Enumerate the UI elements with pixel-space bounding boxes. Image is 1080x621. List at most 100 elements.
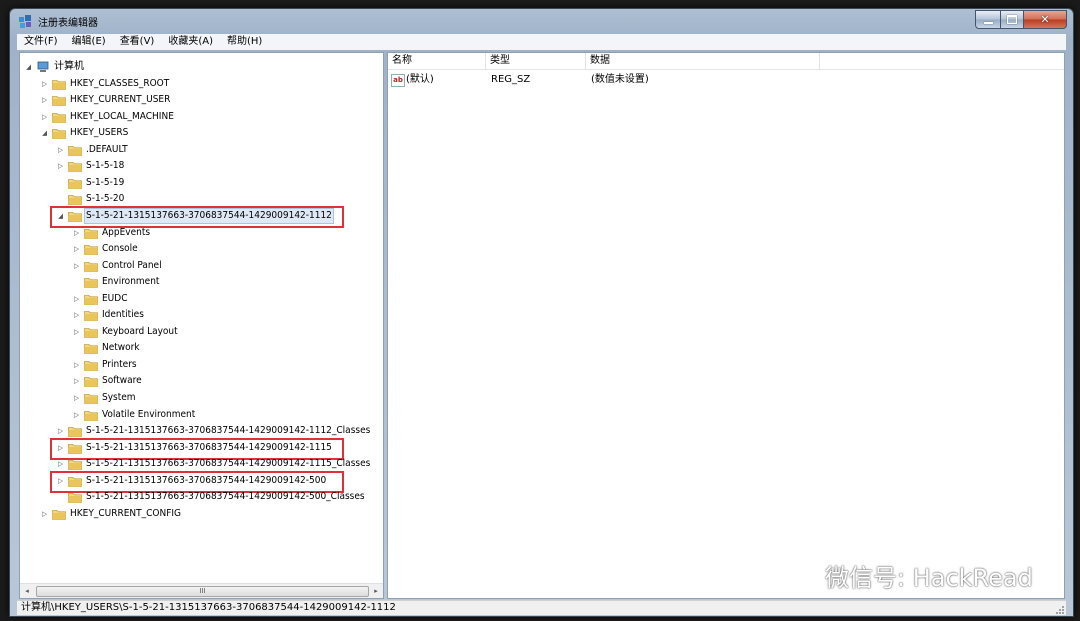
tree-node[interactable]: ▷ Identities <box>72 307 145 323</box>
menu-favorites[interactable]: 收藏夹(A) <box>161 34 220 50</box>
tree-node[interactable]: ▷ S-1-5-21-1315137663-3706837544-14290091… <box>56 473 327 489</box>
collapsed-arrow-icon[interactable]: ▷ <box>72 377 81 386</box>
collapsed-arrow-icon[interactable]: ▷ <box>72 294 81 303</box>
resize-grip-icon[interactable] <box>1054 604 1064 614</box>
folder-icon <box>84 359 98 371</box>
tree-node[interactable]: ▷ HKEY_CURRENT_USER <box>40 92 171 108</box>
folder-icon <box>84 227 98 239</box>
tree-node-label: 计算机 <box>54 61 84 72</box>
title-bar[interactable]: 注册表编辑器 ✕ <box>10 9 1073 33</box>
tree-node[interactable]: ▷ AppEvents <box>72 225 151 241</box>
expanded-arrow-icon[interactable]: ◢ <box>56 211 65 220</box>
maximize-button[interactable] <box>1001 10 1024 29</box>
tree-node[interactable]: ▷ HKEY_CURRENT_CONFIG <box>40 506 182 522</box>
minimize-icon <box>983 21 993 24</box>
string-value-icon: ab <box>391 74 405 87</box>
tree-node[interactable]: ▷ Software <box>72 373 143 389</box>
tree-node[interactable]: S-1-5-20 <box>56 191 125 207</box>
tree-node[interactable]: ▷ .DEFAULT <box>56 142 129 158</box>
tree-node[interactable]: ▷ HKEY_CLASSES_ROOT <box>40 76 170 92</box>
tree-node-label: .DEFAULT <box>86 143 128 155</box>
tree-node[interactable]: ▷ Console <box>72 241 139 257</box>
menu-help[interactable]: 帮助(H) <box>220 34 269 50</box>
value-row[interactable]: ab (默认) REG_SZ (数值未设置) <box>388 72 1064 88</box>
expanded-arrow-icon[interactable]: ◢ <box>24 63 33 72</box>
collapsed-arrow-icon[interactable]: ▷ <box>56 427 65 436</box>
collapsed-arrow-icon[interactable]: ▷ <box>40 96 49 105</box>
folder-icon <box>52 111 66 123</box>
tree-node-label: S-1-5-21-1315137663-3706837544-142900914… <box>86 425 371 437</box>
tree-node-label: System <box>102 392 136 403</box>
tree-node[interactable]: ▷ System <box>72 390 137 406</box>
collapsed-arrow-icon[interactable]: ▷ <box>56 145 65 154</box>
menu-file[interactable]: 文件(F) <box>17 34 65 50</box>
tree-node[interactable]: ▷ S-1-5-18 <box>56 158 125 174</box>
scroll-thumb[interactable]: III <box>36 586 369 597</box>
collapsed-arrow-icon[interactable]: ▷ <box>40 509 49 518</box>
tree-node[interactable]: ▷ Volatile Environment <box>72 407 196 423</box>
tree-node-label: Keyboard Layout <box>102 325 178 337</box>
collapsed-arrow-icon[interactable]: ▷ <box>40 79 49 88</box>
folder-icon <box>84 276 98 289</box>
collapsed-arrow-icon[interactable]: ▷ <box>72 245 81 254</box>
tree-node[interactable]: Network <box>72 340 141 356</box>
tree-node-label: EUDC <box>102 292 128 304</box>
tree-node[interactable]: ◢ S-1-5-21-1315137663-3706837544-14290091… <box>56 207 334 224</box>
tree-node[interactable]: ▷ Keyboard Layout <box>72 324 179 340</box>
tree-node[interactable]: ▷ S-1-5-21-1315137663-3706837544-14290091… <box>56 423 371 439</box>
tree-node[interactable]: S-1-5-21-1315137663-3706837544-142900914… <box>56 489 366 505</box>
window-title: 注册表编辑器 <box>38 18 98 29</box>
tree-node-label: Volatile Environment <box>102 408 196 420</box>
folder-icon <box>68 160 82 173</box>
collapsed-arrow-icon[interactable]: ▷ <box>72 394 81 403</box>
scroll-right-arrow-icon[interactable]: ▸ <box>369 584 383 598</box>
tree-node-label: S-1-5-21-1315137663-3706837544-142900914… <box>86 441 332 453</box>
tree-node-label: S-1-5-21-1315137663-3706837544-142900914… <box>86 458 371 470</box>
tree-node[interactable]: ▷ Printers <box>72 357 138 373</box>
folder-icon <box>84 260 98 272</box>
registry-tree[interactable]: ◂ III ▸ ◢ 计算机 ▷ HKEY_CLASSES_ROOT ▷ HKEY_CURR… <box>19 52 384 599</box>
scroll-left-arrow-icon[interactable]: ◂ <box>20 584 34 598</box>
collapsed-arrow-icon[interactable]: ▷ <box>56 460 65 469</box>
tree-node[interactable]: S-1-5-19 <box>56 175 125 191</box>
tree-node-label: S-1-5-20 <box>86 193 125 205</box>
collapsed-arrow-icon[interactable]: ▷ <box>56 443 65 452</box>
column-header-name[interactable]: 名称 <box>388 53 486 69</box>
collapsed-arrow-icon[interactable]: ▷ <box>72 261 81 270</box>
tree-horizontal-scrollbar[interactable]: ◂ III ▸ <box>20 583 383 598</box>
value-data: (数值未设置) <box>591 74 649 85</box>
tree-node-label: HKEY_CLASSES_ROOT <box>70 77 170 89</box>
collapsed-arrow-icon[interactable]: ▷ <box>72 311 81 320</box>
tree-node[interactable]: ◢ HKEY_USERS <box>40 125 129 141</box>
folder-icon <box>84 409 98 421</box>
expanded-arrow-icon[interactable]: ◢ <box>40 129 49 138</box>
values-list[interactable]: 名称 类型 数据 ab (默认) REG_SZ (数值未设置) <box>387 52 1065 599</box>
collapsed-arrow-icon[interactable]: ▷ <box>72 360 81 369</box>
collapsed-arrow-icon[interactable]: ▷ <box>40 112 49 121</box>
minimize-button[interactable] <box>975 10 1001 29</box>
column-header-data[interactable]: 数据 <box>586 53 820 69</box>
tree-node[interactable]: ◢ 计算机 <box>24 59 85 75</box>
tree-node-label: Control Panel <box>102 259 162 271</box>
tree-node[interactable]: ▷ Control Panel <box>72 258 163 274</box>
collapsed-arrow-icon[interactable]: ▷ <box>72 410 81 419</box>
tree-node[interactable]: ▷ S-1-5-21-1315137663-3706837544-14290091… <box>56 440 333 456</box>
tree-node[interactable]: ▷ EUDC <box>72 291 128 307</box>
collapsed-arrow-icon[interactable]: ▷ <box>72 327 81 336</box>
tree-node[interactable]: ▷ S-1-5-21-1315137663-3706837544-14290091… <box>56 456 371 472</box>
regedit-window: 注册表编辑器 ✕ 文件(F) 编辑(E) 查看(V) 收藏夹(A) 帮助(H) … <box>9 8 1074 617</box>
collapsed-arrow-icon[interactable]: ▷ <box>56 476 65 485</box>
close-icon: ✕ <box>1040 13 1050 26</box>
column-header-type[interactable]: 类型 <box>486 53 586 69</box>
collapsed-arrow-icon[interactable]: ▷ <box>56 162 65 171</box>
menu-view[interactable]: 查看(V) <box>113 34 162 50</box>
folder-icon <box>84 342 98 355</box>
close-button[interactable]: ✕ <box>1024 10 1067 29</box>
collapsed-arrow-icon[interactable]: ▷ <box>72 228 81 237</box>
tree-node[interactable]: ▷ HKEY_LOCAL_MACHINE <box>40 109 175 125</box>
menu-edit[interactable]: 编辑(E) <box>65 34 113 50</box>
tree-node[interactable]: Environment <box>72 274 160 290</box>
